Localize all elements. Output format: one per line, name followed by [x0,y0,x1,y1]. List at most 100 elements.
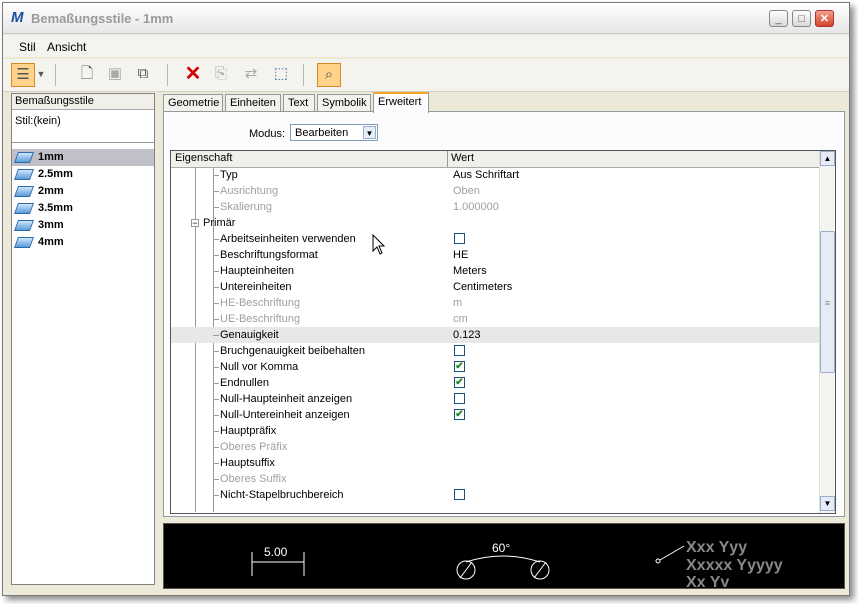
property-name: HE-Beschriftung [220,297,301,309]
property-value: 1.000000 [453,201,499,213]
preview-toggle-icon[interactable]: ⌕ [317,63,341,87]
style-item-2-5mm[interactable]: 2.5mm [12,166,154,183]
copy-icon[interactable]: ⧉ [131,63,155,87]
chevron-down-icon[interactable]: ▼ [363,126,376,139]
preview-note-line-1: Xxx Yyy [686,539,748,556]
style-preview: 5.00 60° Xxx Yyy Xxxxx Yyyyy Xx Yy [163,523,845,589]
property-row[interactable]: HE-Beschriftung m [171,295,819,311]
transfer-icon[interactable]: ⇄ [239,63,263,87]
vertical-scrollbar[interactable]: ▲ ≡ ▼ [819,151,835,513]
new-style-icon[interactable]: 🗋 [75,63,99,87]
property-row[interactable]: UE-Beschriftung cm [171,311,819,327]
maximize-button[interactable]: □ [792,10,811,27]
angle-arc [465,555,541,563]
tree-view-icon[interactable]: ☰ [11,63,35,87]
column-header-property[interactable]: Eigenschaft [175,152,232,164]
style-item-1mm[interactable]: 1mm [12,149,154,166]
tab-text[interactable]: Text [283,94,315,112]
property-row[interactable]: Skalierung 1.000000 [171,199,819,215]
property-row[interactable]: Haupteinheiten Meters [171,263,819,279]
property-row[interactable]: Nicht-Stapelbruchbereich [171,487,819,503]
angle-mark [459,561,473,579]
property-name: Arbeitseinheiten verwenden [220,233,356,245]
property-row[interactable]: Ausrichtung Oben [171,183,819,199]
collapse-icon[interactable]: − [191,219,199,228]
scroll-thumb[interactable]: ≡ [820,231,835,373]
property-value[interactable]: HE [453,247,468,263]
preview-note-line-3: Xx Yy [686,575,730,587]
column-divider[interactable] [447,151,448,167]
tab-geometrie[interactable]: Geometrie [163,94,223,112]
menu-ansicht[interactable]: Ansicht [47,40,86,54]
property-row[interactable]: Oberes Präfix [171,439,819,455]
preview-angle-value: 60° [492,541,511,555]
dimension-style-icon [13,168,35,180]
dropdown-arrow-icon[interactable]: ▼ [35,63,47,87]
property-row[interactable]: Null vor Komma ✔ [171,359,819,375]
property-value[interactable]: 0.123 [453,327,481,343]
property-checkbox[interactable] [454,233,465,244]
tab-erweitert[interactable]: Erweitert [373,92,429,113]
tab-einheiten[interactable]: Einheiten [225,94,281,112]
tree-branch [213,239,219,240]
style-item-4mm[interactable]: 4mm [12,234,154,251]
property-row[interactable]: Bruchgenauigkeit beibehalten [171,343,819,359]
property-value[interactable]: Centimeters [453,279,512,295]
property-value[interactable]: Aus Schriftart [453,167,519,183]
title-bar[interactable]: M Bemaßungsstile - 1mm _ □ ✕ [3,3,849,34]
note-leader-dot [655,558,661,564]
menu-stil[interactable]: Stil [19,40,36,54]
property-grid: Eigenschaft Wert Typ Aus Schriftart Ausric… [170,150,836,514]
tab-label: Text [288,97,309,109]
property-row[interactable]: Null-Untereinheit anzeigen ✔ [171,407,819,423]
property-checkbox[interactable]: ✔ [454,377,465,388]
property-row[interactable]: Arbeitseinheiten verwenden [171,231,819,247]
scroll-down-icon[interactable]: ▼ [820,496,835,511]
modus-value: Bearbeiten [295,127,349,139]
property-checkbox[interactable] [454,345,465,356]
property-checkbox[interactable]: ✔ [454,361,465,372]
note-leader-line [659,545,685,561]
property-checkbox[interactable] [454,393,465,404]
property-name: Hauptpräfix [220,425,277,437]
tab-label: Erweitert [378,96,422,108]
property-name: Typ [220,169,238,181]
tab-label: Geometrie [168,97,220,109]
modus-select[interactable]: Bearbeiten ▼ [290,124,378,141]
delete-icon[interactable]: ✕ [181,63,205,87]
property-row[interactable]: Hauptpräfix [171,423,819,439]
tree-branch [213,463,219,464]
property-checkbox[interactable] [454,489,465,500]
dimension-style-icon [13,202,35,214]
menu-bar: Stil Ansicht [3,35,849,57]
property-row[interactable]: − Primär [171,215,819,231]
tree-branch [213,431,219,432]
column-header-value[interactable]: Wert [451,152,474,164]
tree-branch [213,479,219,480]
tree-branch [213,287,219,288]
property-value[interactable]: Meters [453,263,487,279]
style-item-3-5mm[interactable]: 3.5mm [12,200,154,217]
property-row[interactable]: Hauptsuffix [171,455,819,471]
close-button[interactable]: ✕ [815,10,834,27]
import-icon[interactable]: ⬚ [269,63,293,87]
property-row[interactable]: Untereinheiten Centimeters [171,279,819,295]
style-item-3mm[interactable]: 3mm [12,217,154,234]
tree-branch [213,415,219,416]
property-row[interactable]: Beschriftungsformat HE [171,247,819,263]
mouse-cursor-icon [372,234,386,255]
property-row[interactable]: Oberes Suffix [171,471,819,487]
dimension-style-icon [13,219,35,231]
property-checkbox[interactable]: ✔ [454,409,465,420]
style-item-2mm[interactable]: 2mm [12,183,154,200]
property-row[interactable]: Typ Aus Schriftart [171,167,819,183]
property-row[interactable]: Null-Haupteinheit anzeigen [171,391,819,407]
tab-symbolik[interactable]: Symbolik [317,94,371,112]
copy-values-icon[interactable]: ⎘ [209,63,233,87]
property-row[interactable]: Endnullen ✔ [171,375,819,391]
save-icon[interactable]: ▣ [103,63,127,87]
scroll-up-icon[interactable]: ▲ [820,151,835,166]
tree-branch [213,175,219,176]
minimize-button[interactable]: _ [769,10,788,27]
property-row[interactable]: Genauigkeit 0.123 [171,327,819,343]
